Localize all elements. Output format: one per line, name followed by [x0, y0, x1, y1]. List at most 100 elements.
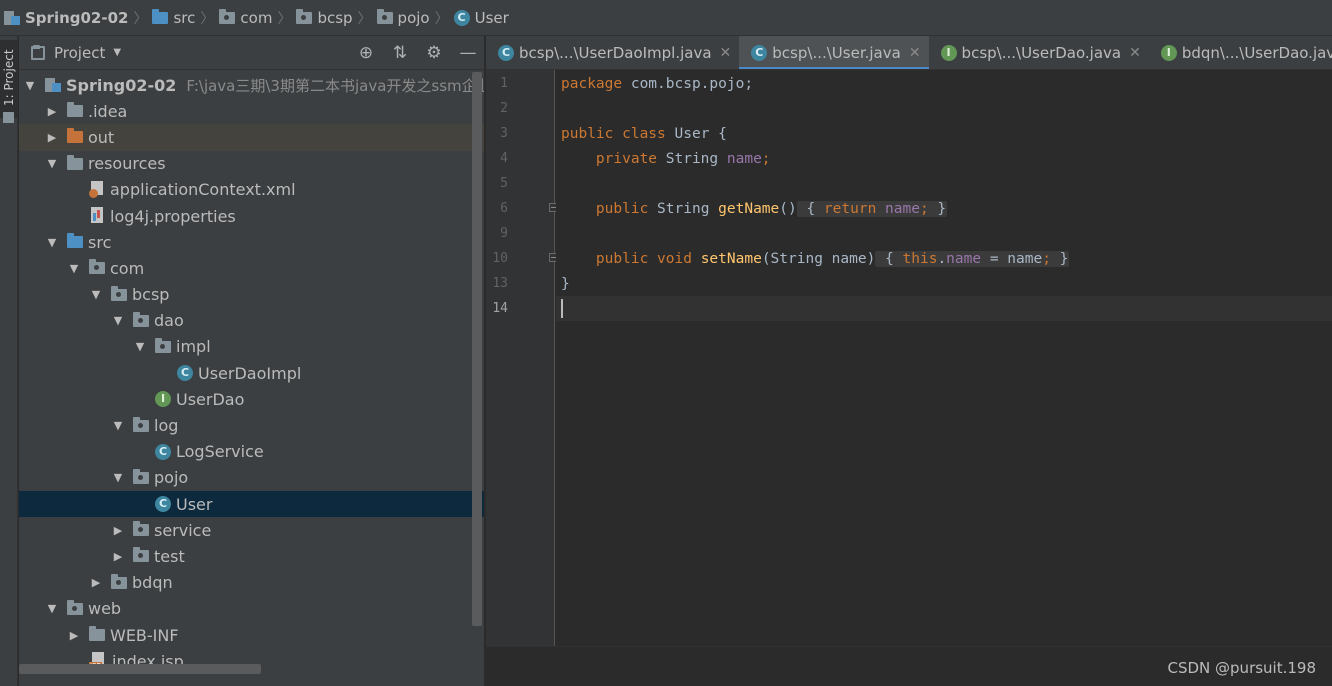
properties-file-icon	[89, 207, 105, 225]
tree-item-webinf[interactable]: ▶ WEB-INF	[19, 622, 484, 648]
tree-item-userdao[interactable]: I UserDao	[19, 386, 484, 412]
tree-item-web[interactable]: ▼ web	[19, 596, 484, 622]
tree-item-log4j[interactable]: log4j.properties	[19, 203, 484, 229]
tree-item-applicationcontext[interactable]: applicationContext.xml	[19, 177, 484, 203]
locate-file-icon[interactable]: ⊕	[356, 43, 376, 63]
tree-item-out[interactable]: ▶ out	[19, 124, 484, 151]
tree-item-resources[interactable]: ▼ resources	[19, 151, 484, 177]
method-params: (String name)	[761, 250, 876, 267]
expanded-arrow-icon[interactable]: ▼	[45, 236, 59, 249]
vertical-scrollbar[interactable]	[472, 72, 482, 626]
project-path: F:\java三期\3期第二本书java开发之ssm企业轻	[186, 76, 484, 95]
breadcrumb-separator-icon: 〉	[434, 10, 449, 27]
breadcrumb-item-pojo[interactable]: pojo	[376, 8, 430, 27]
expanded-arrow-icon[interactable]: ▼	[89, 288, 103, 301]
chevron-down-icon[interactable]: ▼	[113, 47, 121, 58]
breadcrumb-item-bcsp[interactable]: bcsp	[296, 8, 353, 27]
expanded-arrow-icon[interactable]: ▼	[45, 157, 59, 170]
tree-item-com[interactable]: ▼ com	[19, 255, 484, 281]
breadcrumb-item-user[interactable]: C User	[453, 8, 509, 27]
code-line: public String getName() { return name; }	[556, 196, 1332, 221]
line-number: 2	[500, 101, 508, 116]
collapsed-arrow-icon[interactable]: ▶	[45, 131, 59, 144]
assignment: = name	[981, 250, 1043, 267]
tree-item-idea[interactable]: ▶ .idea	[19, 98, 484, 124]
collapsed-arrow-icon[interactable]: ▶	[89, 576, 103, 589]
collapsed-arrow-icon[interactable]: ▶	[45, 105, 59, 118]
code-editor[interactable]: package com.bcsp.pojo; public class User…	[556, 70, 1332, 646]
package-icon	[111, 573, 127, 589]
tab-userdao-bdqn[interactable]: I bdqn\...\UserDao.java	[1149, 36, 1332, 69]
tree-item-logservice[interactable]: C LogService	[19, 439, 484, 465]
tree-item-service[interactable]: ▶ service	[19, 517, 484, 543]
collapsed-arrow-icon[interactable]: ▶	[67, 629, 81, 642]
project-tool-tab[interactable]: 1: Project	[0, 40, 18, 118]
tree-item-userdaoimpl[interactable]: C UserDaoImpl	[19, 360, 484, 386]
line-number: 5	[500, 176, 508, 191]
expanded-arrow-icon[interactable]: ▼	[111, 314, 125, 327]
project-view-icon	[31, 44, 45, 60]
tree-item-label: bdqn	[132, 573, 173, 593]
class-icon: C	[498, 45, 514, 61]
collapse-all-icon[interactable]: ⇅	[390, 43, 410, 63]
tree-item-label: resources	[88, 154, 166, 174]
tree-item-label: bcsp	[132, 285, 170, 305]
collapsed-arrow-icon[interactable]: ▶	[111, 550, 125, 563]
horizontal-scrollbar[interactable]	[19, 664, 261, 674]
tree-item-label: out	[88, 127, 115, 147]
folded-region[interactable]: { this.name = name; }	[875, 250, 1070, 267]
tree-item-dao[interactable]: ▼ dao	[19, 308, 484, 334]
tree-item-src[interactable]: ▼ src	[19, 229, 484, 255]
tree-item-label: impl	[176, 337, 211, 357]
package-icon	[133, 416, 149, 432]
editor-tabs: C bcsp\...\UserDaoImpl.java ✕ C bcsp\...…	[486, 36, 1332, 70]
line-number: 10	[492, 251, 508, 266]
expanded-arrow-icon[interactable]: ▼	[111, 471, 125, 484]
close-icon[interactable]: ✕	[720, 45, 732, 61]
breadcrumb-item-project[interactable]: Spring02-02	[4, 9, 128, 27]
tree-item-log[interactable]: ▼ log	[19, 412, 484, 438]
tree-item-impl[interactable]: ▼ impl	[19, 334, 484, 360]
breadcrumb-label: Spring02-02	[25, 8, 129, 27]
tree-item-root[interactable]: ▼ Spring02-02 F:\java三期\3期第二本书java开发之ssm…	[19, 72, 484, 98]
watermark-text: CSDN @pursuit.198	[1167, 659, 1317, 677]
structure-icon[interactable]	[3, 112, 14, 123]
expanded-arrow-icon[interactable]: ▼	[111, 419, 125, 432]
tree-item-bdqn[interactable]: ▶ bdqn	[19, 570, 484, 596]
folded-region[interactable]: { return name; }	[796, 200, 948, 217]
expanded-arrow-icon[interactable]: ▼	[23, 79, 37, 92]
tab-userdaoimpl[interactable]: C bcsp\...\UserDaoImpl.java ✕	[486, 36, 739, 69]
expanded-arrow-icon[interactable]: ▼	[67, 262, 81, 275]
tree-item-label: UserDao	[176, 389, 245, 409]
tree-item-pojo[interactable]: ▼ pojo	[19, 465, 484, 491]
breadcrumb-label: com	[240, 8, 273, 27]
folder-icon	[67, 102, 83, 118]
expanded-arrow-icon[interactable]: ▼	[45, 602, 59, 615]
gear-icon[interactable]: ⚙	[424, 43, 444, 63]
tree-item-bcsp[interactable]: ▼ bcsp	[19, 282, 484, 308]
class-icon: C	[453, 9, 470, 26]
breadcrumb-separator-icon: 〉	[200, 10, 215, 27]
tree-item-test[interactable]: ▶ test	[19, 543, 484, 569]
line-number: 1	[500, 76, 508, 91]
breadcrumb-item-com[interactable]: com	[219, 8, 273, 27]
breadcrumb-label: bcsp	[317, 8, 353, 27]
breadcrumb-separator-icon: 〉	[277, 10, 292, 27]
tab-user[interactable]: C bcsp\...\User.java ✕	[739, 36, 929, 69]
package-icon	[219, 8, 236, 24]
close-icon[interactable]: ✕	[909, 45, 921, 61]
tree-item-label: com	[110, 258, 145, 278]
tree-item-user[interactable]: C User	[19, 491, 484, 518]
hide-panel-icon[interactable]: —	[458, 43, 478, 63]
breadcrumb-item-src[interactable]: src	[152, 8, 195, 27]
breadcrumb-label: User	[474, 8, 509, 27]
keyword-package: package	[561, 75, 623, 92]
collapsed-arrow-icon[interactable]: ▶	[111, 524, 125, 537]
expanded-arrow-icon[interactable]: ▼	[133, 340, 147, 353]
package-icon	[296, 8, 313, 24]
field-name: name	[726, 150, 762, 167]
project-panel-title[interactable]: Project	[54, 44, 105, 62]
close-icon[interactable]: ✕	[1129, 45, 1141, 61]
tab-userdao-bcsp[interactable]: I bcsp\...\UserDao.java ✕	[929, 36, 1149, 69]
tree-item-label: log	[154, 416, 179, 436]
